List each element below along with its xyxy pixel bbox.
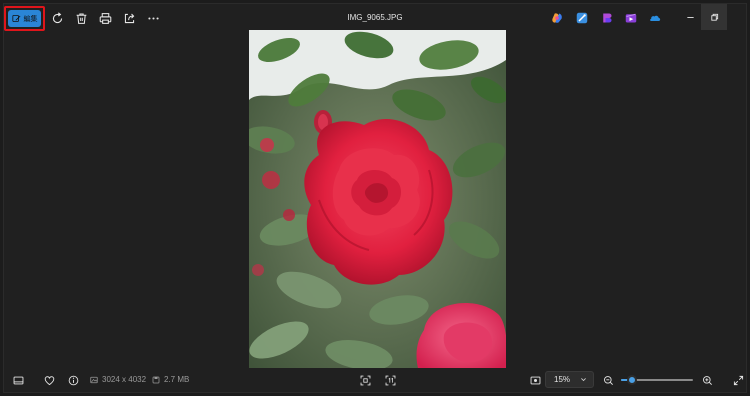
zoom-in-icon xyxy=(702,375,712,385)
slideshow-icon xyxy=(530,376,540,384)
video-editor-icon[interactable] xyxy=(625,12,637,24)
title-bar: 編集 IMG_9065.JPG xyxy=(4,4,746,32)
delete-button[interactable] xyxy=(72,9,90,27)
copilot-icon[interactable] xyxy=(551,12,563,24)
edit-label: 編集 xyxy=(23,15,38,23)
chevron-down-icon xyxy=(581,378,586,382)
zoom-out-button[interactable] xyxy=(601,373,615,387)
more-icon xyxy=(147,16,159,20)
rotate-button[interactable] xyxy=(48,9,66,27)
file-info-button[interactable] xyxy=(66,373,80,387)
edit-button[interactable]: 編集 xyxy=(8,10,41,27)
file-size: 2.7 MB xyxy=(164,375,190,384)
info-icon xyxy=(68,375,78,385)
image-dimensions: 3024 x 4032 xyxy=(102,375,147,384)
rose-image xyxy=(249,30,506,372)
zoom-out-icon xyxy=(603,375,613,385)
edit-highlight: 編集 xyxy=(4,6,45,31)
onedrive-icon[interactable] xyxy=(649,12,661,24)
full-screen-button[interactable] xyxy=(731,373,745,387)
rotate-icon xyxy=(52,11,62,23)
minimize-icon xyxy=(686,16,694,18)
clipchamp-icon[interactable] xyxy=(576,12,588,24)
fit-to-window-button[interactable] xyxy=(358,373,372,387)
restore-icon xyxy=(710,13,718,21)
fit-window-icon xyxy=(360,375,370,385)
delete-icon xyxy=(76,13,86,24)
actual-size-icon xyxy=(385,375,395,385)
minimize-button[interactable] xyxy=(677,4,703,30)
restore-button[interactable] xyxy=(701,4,727,30)
actual-size-button[interactable] xyxy=(383,373,397,387)
zoom-level-dropdown[interactable]: 15% xyxy=(545,371,594,388)
file-size-icon xyxy=(152,376,160,383)
status-bar: 3024 x 4032 2.7 MB 15% xyxy=(4,368,746,392)
image-dimensions-icon xyxy=(90,376,98,383)
zoom-in-button[interactable] xyxy=(700,373,714,387)
share-button[interactable] xyxy=(120,9,138,27)
edit-icon xyxy=(11,15,20,22)
photos-app-window: 編集 IMG_9065.JPG 3024 x 4032 2.7 MB 15% xyxy=(3,3,747,393)
print-icon xyxy=(99,12,111,24)
filmstrip-button[interactable] xyxy=(11,373,25,387)
zoom-slider[interactable] xyxy=(621,373,693,387)
designer-icon[interactable] xyxy=(601,12,613,24)
slideshow-button[interactable] xyxy=(528,373,542,387)
print-button[interactable] xyxy=(96,9,114,27)
filmstrip-icon xyxy=(13,376,23,384)
more-options-button[interactable] xyxy=(144,9,162,27)
file-title: IMG_9065.JPG xyxy=(347,13,403,22)
zoom-slider-thumb[interactable] xyxy=(626,375,637,385)
heart-icon xyxy=(44,375,54,385)
zoom-level-value: 15% xyxy=(554,375,571,384)
rose-photo xyxy=(249,30,506,372)
favorite-button[interactable] xyxy=(42,373,56,387)
share-icon xyxy=(124,13,134,23)
expand-icon xyxy=(733,375,743,385)
